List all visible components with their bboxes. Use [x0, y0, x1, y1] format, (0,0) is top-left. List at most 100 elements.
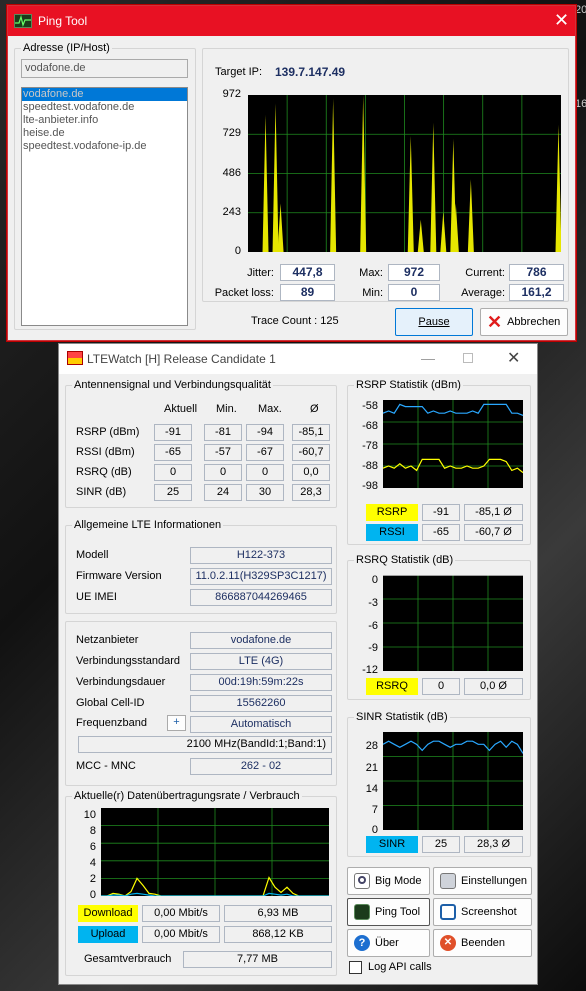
signal-row-label: RSRP (dBm): [76, 426, 140, 438]
sinr-graph: [383, 732, 523, 830]
ltewatch-titlebar: LTEWatch [H] Release Candidate 1 — ✕: [59, 344, 537, 374]
col-header: Min.: [216, 403, 237, 415]
cancel-button[interactable]: ✕ Abbrechen: [480, 308, 568, 336]
target-ip-value: 139.7.147.49: [275, 65, 346, 79]
jitter-label: Jitter:: [247, 267, 274, 279]
jitter-value: 447,8: [280, 264, 335, 281]
rssi-chip: RSSI: [366, 524, 418, 541]
rssi-current: -65: [422, 524, 460, 541]
y-tick-label: 10: [83, 809, 96, 821]
address-input[interactable]: vodafone.de: [21, 59, 188, 78]
sinr-chart: [383, 732, 523, 830]
signal-value: -94: [246, 424, 284, 441]
settings-icon: [440, 873, 456, 889]
ping-bar: [440, 211, 447, 252]
ping-tool-button[interactable]: Ping Tool: [347, 898, 430, 926]
signal-value: 24: [204, 484, 242, 501]
screenshot-icon: [440, 904, 456, 920]
band-label: Frequenzband: [76, 717, 147, 729]
y-tick-label: 243: [222, 206, 241, 218]
close-icon[interactable]: ✕: [554, 10, 569, 31]
trace-count: Trace Count : 125: [251, 315, 339, 327]
max-label: Max:: [359, 267, 383, 279]
help-icon: ?: [354, 935, 370, 951]
big-mode-button[interactable]: Big Mode: [347, 867, 430, 895]
host-list-item[interactable]: vodafone.de: [22, 88, 187, 101]
y-tick-label: 21: [365, 762, 378, 774]
data-rate-graph: [101, 808, 329, 896]
signal-value: 0,0: [292, 464, 330, 481]
download-chip: Download: [78, 905, 138, 922]
col-header: Max.: [258, 403, 282, 415]
cancel-button-label: Abbrechen: [507, 316, 561, 328]
imei-value: 866887044269465: [190, 589, 332, 606]
packet-loss-label: Packet loss:: [214, 287, 274, 299]
sinr-current: 25: [422, 836, 460, 853]
ping-bar: [272, 103, 279, 252]
model-label: Modell: [76, 549, 109, 561]
signal-value: -85,1: [292, 424, 330, 441]
screenshot-label: Screenshot: [461, 906, 517, 918]
exit-button[interactable]: ✕ Beenden: [433, 929, 532, 957]
settings-button[interactable]: Einstellungen: [433, 867, 532, 895]
exit-label: Beenden: [461, 937, 506, 949]
rsrp-stats-group: RSRP Statistik (dBm) -58 -68 -78 -88 -98…: [347, 379, 531, 545]
signal-value: -60,7: [292, 444, 330, 461]
y-tick-label: 4: [89, 857, 96, 869]
app-icon: [14, 14, 32, 28]
ping-bar: [467, 179, 474, 252]
network-group: Netzanbieter vodafone.de Verbindungsstan…: [65, 621, 337, 786]
data-rate-group: Aktuelle(r) Datenübertragungsrate / Verb…: [65, 790, 337, 976]
antenna-group-title: Antennensignal und Verbindungsqualität: [72, 379, 273, 391]
min-label: Min:: [362, 287, 383, 299]
ping-tool-window: Ping Tool ✕ Adresse (IP/Host) vodafone.d…: [7, 5, 576, 341]
average-value: 161,2: [509, 284, 564, 301]
rsrp-chip: RSRP: [366, 504, 418, 521]
firmware-label: Firmware Version: [76, 570, 162, 582]
rsrp-avg: -85,1 Ø: [464, 504, 523, 521]
y-tick-label: 2: [89, 873, 96, 885]
ping-graph: [248, 95, 561, 252]
host-list-item[interactable]: speedtest.vodafone.de: [22, 101, 187, 114]
host-list[interactable]: vodafone.de speedtest.vodafone.de lte-an…: [21, 87, 188, 326]
rsrq-stats-group: RSRQ Statistik (dB) 0 -3 -6 -9 -12 RSRQ …: [347, 554, 531, 700]
general-lte-group: Allgemeine LTE Informationen Modell H122…: [65, 519, 337, 614]
signal-value: -65: [154, 444, 192, 461]
ping-icon: [354, 904, 370, 920]
log-api-checkbox[interactable]: [349, 961, 362, 974]
total-usage-value: 7,77 MB: [183, 951, 332, 968]
y-tick-label: 28: [365, 740, 378, 752]
rsrq-chart: [383, 575, 523, 671]
signal-value: 25: [154, 484, 192, 501]
upload-chip: Upload: [78, 926, 138, 943]
host-list-item[interactable]: heise.de: [22, 127, 187, 140]
duration-value: 00d:19h:59m:22s: [190, 674, 332, 691]
average-label: Average:: [461, 287, 505, 299]
maximize-icon[interactable]: [463, 353, 473, 363]
y-tick-label: 0: [89, 889, 96, 901]
signal-value: 0: [204, 464, 242, 481]
signal-value: 30: [246, 484, 284, 501]
close-icon[interactable]: ✕: [507, 348, 520, 368]
rsrp-group-title: RSRP Statistik (dBm): [354, 379, 463, 391]
about-button[interactable]: ? Über: [347, 929, 430, 957]
packet-loss-value: 89: [280, 284, 335, 301]
y-tick-label: 972: [222, 88, 241, 100]
minimize-icon[interactable]: —: [421, 350, 435, 366]
y-tick-label: -98: [362, 480, 378, 492]
band-expand-button[interactable]: +: [167, 715, 186, 731]
data-rate-group-title: Aktuelle(r) Datenübertragungsrate / Verb…: [72, 790, 302, 802]
exit-icon: ✕: [440, 935, 456, 951]
rsrp-chart: [383, 400, 523, 488]
host-list-item[interactable]: speedtest.vodafone-ip.de: [22, 140, 187, 153]
total-usage-label: Gesamtverbrauch: [84, 953, 172, 965]
screenshot-button[interactable]: Screenshot: [433, 898, 532, 926]
ping-bar: [407, 135, 414, 252]
y-tick-label: 0: [371, 824, 378, 836]
firmware-value: 11.0.2.11(H329SP3C1217): [190, 568, 332, 585]
ping-bar: [417, 219, 424, 252]
host-list-item[interactable]: lte-anbieter.info: [22, 114, 187, 127]
signal-value: 0: [246, 464, 284, 481]
target-ip-label: Target IP:: [215, 66, 263, 78]
pause-button[interactable]: Pause: [395, 308, 473, 336]
